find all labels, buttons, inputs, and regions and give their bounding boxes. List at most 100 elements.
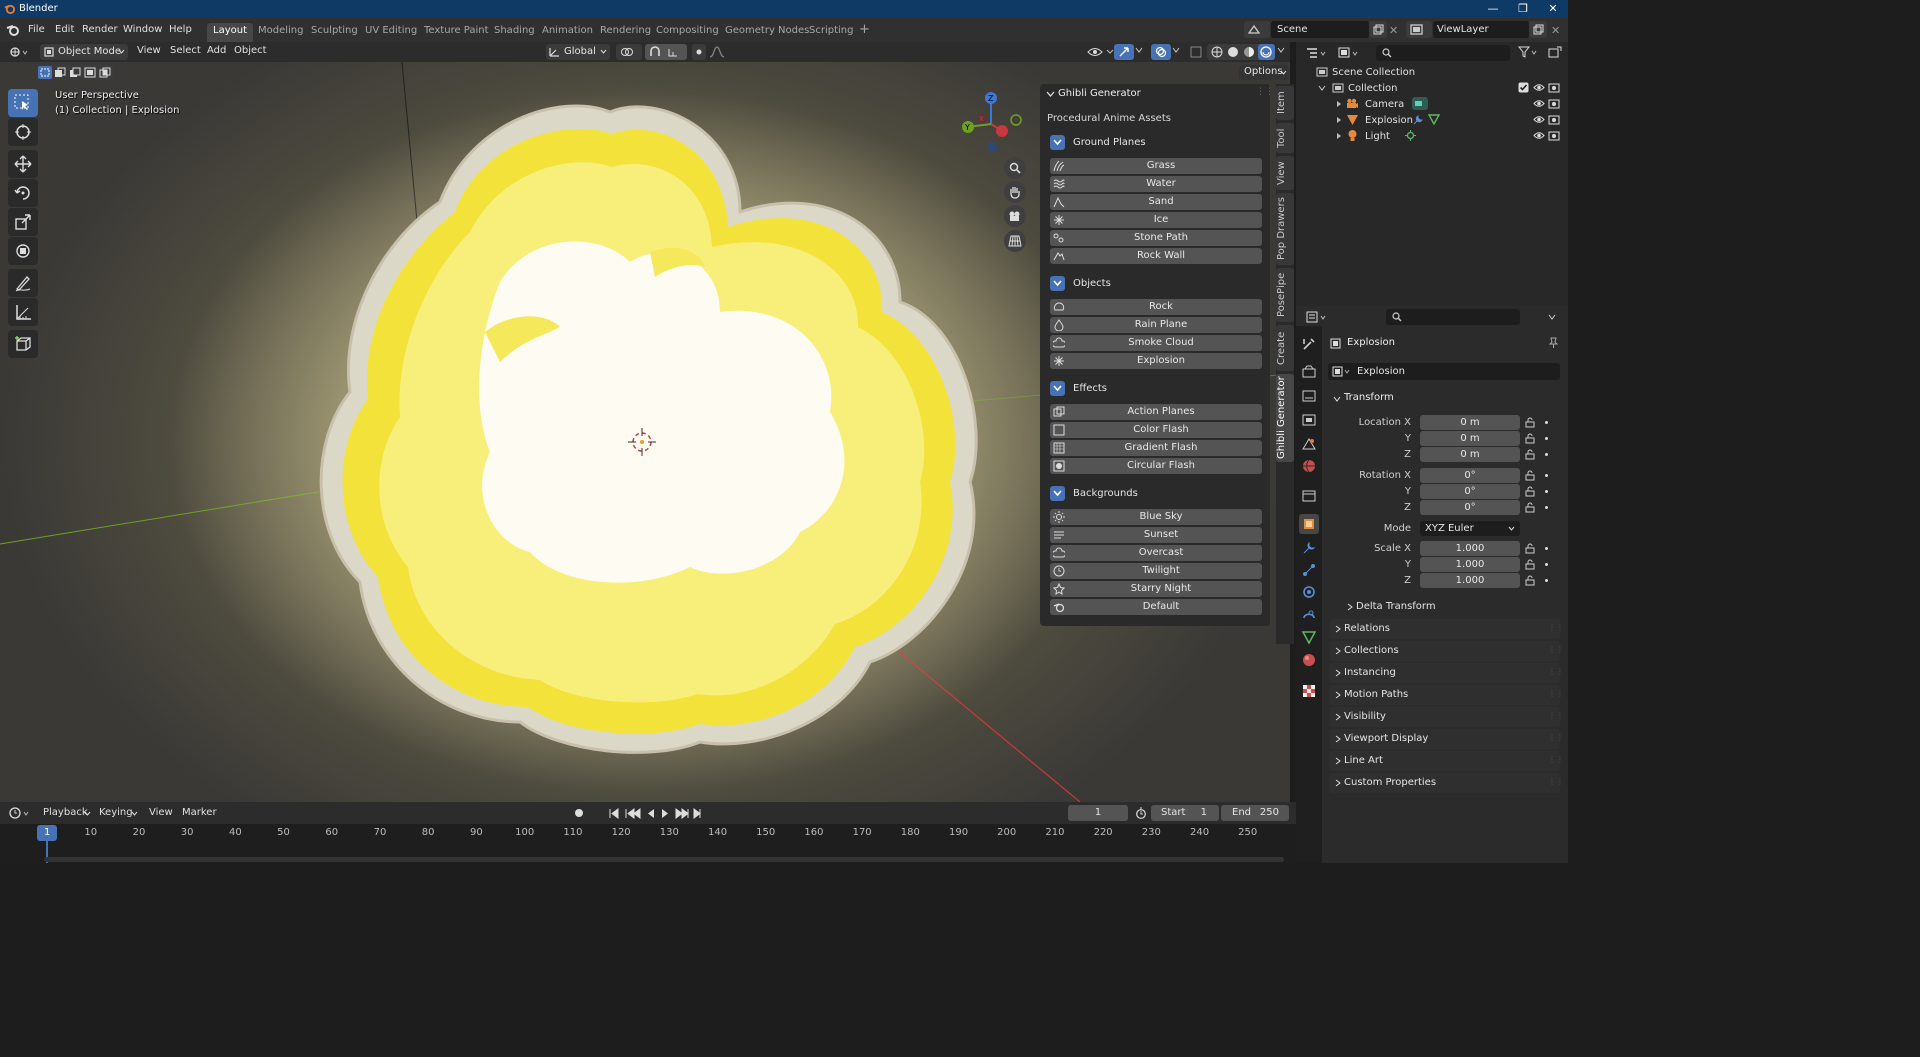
overcast-button[interactable]: Overcast bbox=[1050, 545, 1262, 561]
tab-uv-editing[interactable]: UV Editing bbox=[359, 23, 423, 39]
rock-button[interactable]: Rock bbox=[1050, 299, 1262, 315]
render-camera-icon[interactable] bbox=[1548, 98, 1560, 109]
starry-night-button[interactable]: Starry Night bbox=[1050, 581, 1262, 597]
rotate-tool[interactable] bbox=[8, 179, 38, 207]
sunset-button[interactable]: Sunset bbox=[1050, 527, 1262, 543]
end-frame-field[interactable]: End 250 bbox=[1221, 805, 1289, 821]
default-button[interactable]: Default bbox=[1050, 599, 1262, 615]
render-tab-icon[interactable] bbox=[1301, 364, 1317, 380]
modifier-wrench-icon[interactable] bbox=[1412, 114, 1424, 125]
view-layer-selector-button[interactable] bbox=[1406, 21, 1432, 38]
delete-view-layer-icon[interactable]: ✕ bbox=[1551, 24, 1560, 37]
outliner-search-input[interactable] bbox=[1376, 45, 1510, 61]
outliner-editor-type-button[interactable] bbox=[1304, 45, 1332, 61]
keyframe-dot[interactable] bbox=[1545, 437, 1548, 440]
tab-shading[interactable]: Shading bbox=[488, 23, 541, 39]
viewport-menu-select[interactable]: Select bbox=[170, 45, 201, 56]
output-tab-icon[interactable] bbox=[1301, 388, 1317, 404]
data-tab-icon[interactable] bbox=[1301, 629, 1317, 645]
scene-selector-button[interactable] bbox=[1244, 21, 1270, 38]
eye-icon[interactable] bbox=[1533, 83, 1545, 92]
blender-menu-icon[interactable] bbox=[6, 23, 20, 37]
scale-y-field[interactable]: 1.000 bbox=[1420, 557, 1520, 572]
lock-icon[interactable] bbox=[1525, 470, 1536, 481]
action-planes-button[interactable]: Action Planes bbox=[1050, 404, 1262, 420]
timeline-scrollbar[interactable] bbox=[44, 857, 1284, 862]
scale-tool[interactable] bbox=[8, 208, 38, 236]
scale-z-field[interactable]: 1.000 bbox=[1420, 573, 1520, 588]
move-tool[interactable] bbox=[8, 150, 38, 178]
pin-icon[interactable] bbox=[1548, 337, 1559, 349]
render-camera-icon[interactable] bbox=[1548, 82, 1560, 93]
viewport-menu-view[interactable]: View bbox=[137, 45, 161, 56]
lock-icon[interactable] bbox=[1525, 575, 1536, 586]
transform-orientation-dropdown[interactable]: Global bbox=[546, 44, 610, 60]
panel-visibility[interactable]: ⋮⋮ Visibility bbox=[1330, 707, 1564, 727]
light-data-icon[interactable] bbox=[1405, 130, 1416, 141]
scene-name-field[interactable]: Scene bbox=[1271, 21, 1369, 38]
drag-handle-icon[interactable]: ⋮⋮ bbox=[1548, 667, 1564, 676]
cursor-tool[interactable] bbox=[8, 118, 38, 146]
view-layer-name-field[interactable]: ViewLayer bbox=[1433, 21, 1529, 38]
current-frame-field[interactable]: 1 bbox=[1068, 805, 1128, 821]
menu-edit[interactable]: Edit bbox=[55, 24, 74, 35]
perspective-toggle-button[interactable] bbox=[1004, 230, 1026, 252]
record-icon[interactable] bbox=[573, 807, 585, 819]
panel-line-art[interactable]: ⋮⋮ Line Art bbox=[1330, 751, 1564, 771]
selectability-visibility-icon[interactable] bbox=[1087, 45, 1115, 59]
options-dropdown[interactable]: Options bbox=[1239, 65, 1289, 80]
rain-plane-button[interactable]: Rain Plane bbox=[1050, 317, 1262, 333]
drag-handle-icon[interactable]: ⋮⋮ bbox=[1548, 711, 1564, 720]
scene-tab-icon[interactable] bbox=[1301, 436, 1317, 452]
camera-view-button[interactable] bbox=[1004, 205, 1026, 227]
tab-ghibli-generator[interactable]: Ghibli Generator bbox=[1276, 374, 1294, 462]
location-x-field[interactable]: 0 m bbox=[1420, 415, 1520, 430]
properties-search-input[interactable] bbox=[1386, 309, 1520, 325]
section-checkbox[interactable] bbox=[1050, 486, 1065, 501]
panel-custom-properties[interactable]: ⋮⋮ Custom Properties bbox=[1330, 773, 1564, 793]
gradient-flash-button[interactable]: Gradient Flash bbox=[1050, 440, 1262, 456]
tab-item[interactable]: Item bbox=[1276, 86, 1294, 120]
lock-icon[interactable] bbox=[1525, 417, 1536, 428]
stone-path-button[interactable]: Stone Path bbox=[1050, 230, 1262, 246]
tab-animation[interactable]: Animation bbox=[536, 23, 599, 39]
ice-button[interactable]: Ice bbox=[1050, 212, 1262, 228]
world-tab-icon[interactable] bbox=[1301, 458, 1317, 474]
new-scene-button[interactable] bbox=[1369, 21, 1387, 38]
rock-wall-button[interactable]: Rock Wall bbox=[1050, 248, 1262, 264]
chevron-down-icon[interactable] bbox=[1318, 85, 1326, 91]
panel-drag-handle-icon[interactable]: ⋮⋮ bbox=[1256, 87, 1274, 97]
rotation-y-field[interactable]: 0° bbox=[1420, 484, 1520, 499]
wireframe-shading-icon[interactable] bbox=[1211, 46, 1223, 58]
section-checkbox[interactable] bbox=[1050, 135, 1065, 150]
tab-sculpting[interactable]: Sculpting bbox=[305, 23, 364, 39]
render-camera-icon[interactable] bbox=[1548, 130, 1560, 141]
navigation-gizmo[interactable]: Z Y X bbox=[955, 88, 1027, 160]
display-mode-button[interactable] bbox=[1336, 45, 1364, 61]
drag-handle-icon[interactable]: ⋮⋮ bbox=[1548, 777, 1564, 786]
panel-instancing[interactable]: ⋮⋮ Instancing bbox=[1330, 663, 1564, 683]
tab-compositing[interactable]: Compositing bbox=[650, 23, 725, 39]
tab-modeling[interactable]: Modeling bbox=[252, 23, 310, 39]
new-collection-icon[interactable] bbox=[1548, 46, 1562, 58]
chevron-right-icon[interactable] bbox=[1336, 132, 1342, 140]
color-flash-button[interactable]: Color Flash bbox=[1050, 422, 1262, 438]
mode-dropdown[interactable]: Object Mode bbox=[40, 44, 128, 60]
keyframe-dot[interactable] bbox=[1545, 506, 1548, 509]
keyframe-dot[interactable] bbox=[1545, 579, 1548, 582]
viewport-menu-add[interactable]: Add bbox=[207, 45, 226, 56]
section-checkbox[interactable] bbox=[1050, 276, 1065, 291]
chevron-down-icon[interactable] bbox=[1548, 314, 1556, 320]
collection-tab-icon[interactable] bbox=[1301, 488, 1317, 504]
texture-tab-icon[interactable] bbox=[1301, 683, 1317, 699]
playback-controls[interactable] bbox=[609, 808, 705, 819]
section-header-effects[interactable]: Effects bbox=[1046, 378, 1264, 400]
constraints-tab-icon[interactable] bbox=[1301, 607, 1317, 623]
select-box-tool[interactable] bbox=[8, 89, 38, 117]
tab-posepipe[interactable]: PosePipe bbox=[1276, 268, 1294, 322]
snap-toggle[interactable] bbox=[645, 44, 687, 60]
blue-sky-button[interactable]: Blue Sky bbox=[1050, 509, 1262, 525]
lock-icon[interactable] bbox=[1525, 486, 1536, 497]
zoom-button[interactable] bbox=[1004, 157, 1026, 179]
transform-tool[interactable] bbox=[8, 237, 38, 265]
